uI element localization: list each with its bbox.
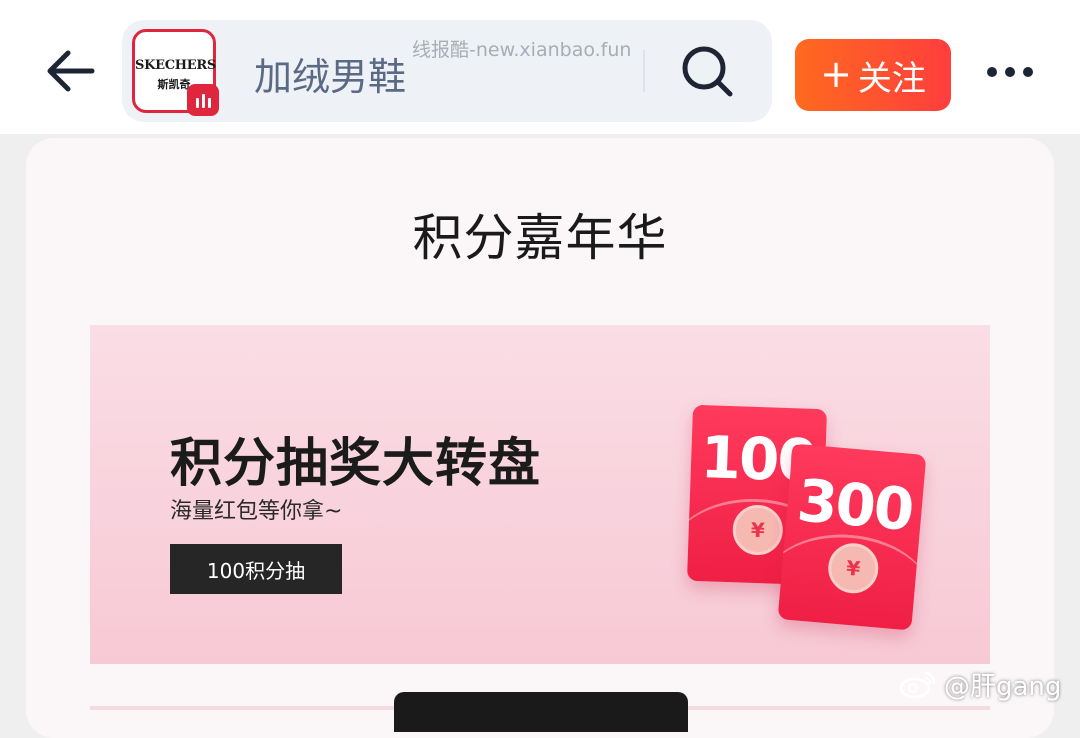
weibo-icon xyxy=(899,671,936,699)
search-input[interactable]: 加绒男鞋 xyxy=(254,46,406,101)
search-bar[interactable]: SKECHERS 斯凯奇 加绒男鞋 线报酷-new.xianbao.fun xyxy=(122,20,772,122)
more-button[interactable] xyxy=(980,52,1040,92)
banner-title: 积分抽奖大转盘 xyxy=(170,434,542,494)
back-arrow-icon xyxy=(47,50,95,92)
envelope-amount: 300 xyxy=(794,466,916,545)
follow-plus-icon: + xyxy=(820,51,852,96)
follow-button[interactable]: + 关注 xyxy=(795,39,951,111)
more-dots-icon xyxy=(987,67,1033,77)
next-section-tab[interactable] xyxy=(394,692,688,732)
red-envelope-300: 300 ¥ xyxy=(777,443,927,631)
section-title: 积分嘉年华 xyxy=(412,209,668,267)
back-button[interactable] xyxy=(40,44,100,98)
search-icon xyxy=(682,46,733,97)
watermark-text: 线报酷-new.xianbao.fun xyxy=(412,39,632,61)
store-logo[interactable]: SKECHERS 斯凯奇 xyxy=(132,29,219,116)
weibo-handle: @肝gang xyxy=(944,671,1062,702)
content-card: 积分嘉年华 积分抽奖大转盘 海量红包等你拿~ 100积分抽 100 ¥ 300 … xyxy=(26,138,1054,738)
search-button[interactable] xyxy=(678,42,738,102)
draw-button[interactable]: 100积分抽 xyxy=(170,544,342,594)
weibo-watermark: @肝gang xyxy=(898,664,1061,704)
top-bar: SKECHERS 斯凯奇 加绒男鞋 线报酷-new.xianbao.fun + … xyxy=(0,0,1080,134)
lottery-banner[interactable]: 积分抽奖大转盘 海量红包等你拿~ 100积分抽 100 ¥ 300 ¥ xyxy=(90,325,990,664)
store-badge-icon xyxy=(187,84,219,116)
follow-label: 关注 xyxy=(857,58,926,99)
banner-subtitle: 海量红包等你拿~ xyxy=(170,499,343,524)
store-logo-brand: SKECHERS xyxy=(135,58,216,73)
search-divider xyxy=(643,50,645,92)
